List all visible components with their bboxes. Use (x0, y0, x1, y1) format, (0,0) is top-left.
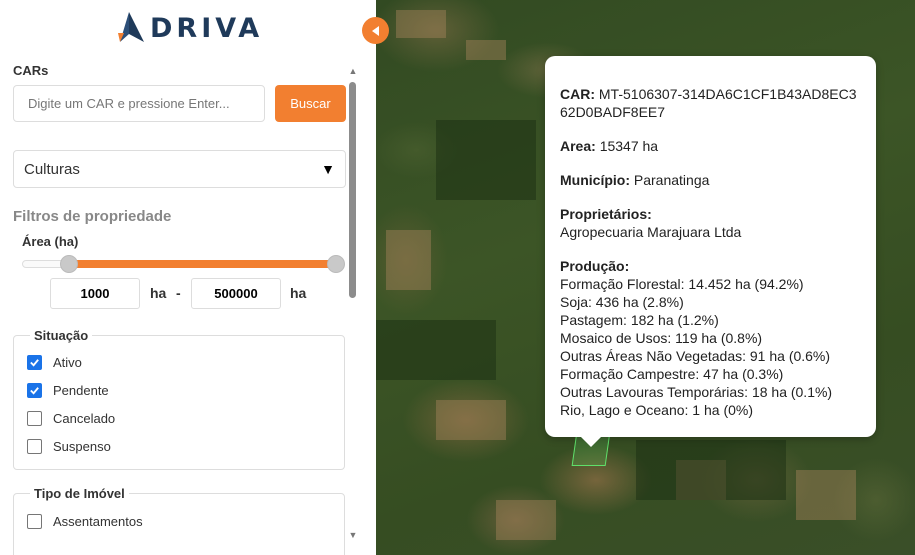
logo: DRIVA (114, 10, 264, 46)
brand-name: DRIVA (150, 12, 264, 44)
municipio-label: Município: (560, 172, 630, 188)
map-field (436, 400, 506, 440)
producao-label: Produção: (560, 258, 630, 274)
checkbox-suspenso[interactable]: Suspenso (27, 439, 111, 454)
sidebar: DRIVA CARs Buscar Culturas ▼ Filtros de … (0, 0, 376, 555)
checkbox-label: Cancelado (53, 411, 116, 426)
filters-title: Filtros de propriedade (13, 208, 172, 225)
area-label: Area: (560, 138, 596, 154)
area-min-input[interactable] (50, 278, 140, 309)
slider-max-handle[interactable] (327, 255, 345, 273)
checkbox-checked[interactable] (27, 355, 42, 370)
range-separator: - (176, 285, 181, 301)
car-info-popup: CAR: MT-5106307-314DA6C1CF1B43AD8EC362D0… (545, 56, 876, 447)
unit-label: ha (290, 285, 307, 301)
checkbox-ativo[interactable]: Ativo (27, 355, 82, 370)
producao-item: Rio, Lago e Oceano: 1 ha (0%) (560, 402, 754, 418)
scroll-up-icon[interactable]: ▲ (348, 66, 358, 76)
popup-proprietarios-row: Proprietários: Agropecuaria Marajuara Lt… (560, 205, 861, 241)
map-field (396, 10, 446, 38)
unit-label: ha (150, 285, 167, 301)
producao-item: Pastagem: 182 ha (1.2%) (560, 312, 719, 328)
popup-municipio-row: Município: Paranatinga (560, 171, 861, 189)
area-range-slider[interactable] (22, 255, 345, 273)
map-field (796, 470, 856, 520)
checkbox-label: Suspenso (53, 439, 111, 454)
proprietarios-value: Agropecuaria Marajuara Ltda (560, 224, 742, 240)
tipo-imovel-title: Tipo de Imóvel (34, 486, 125, 501)
map-forest (436, 120, 536, 200)
producao-item: Formação Florestal: 14.452 ha (94.2%) (560, 276, 804, 292)
arrow-left-icon (371, 25, 379, 36)
search-button[interactable]: Buscar (275, 85, 346, 122)
checkbox-checked[interactable] (27, 383, 42, 398)
proprietarios-label: Proprietários: (560, 206, 652, 222)
checkbox-cancelado[interactable]: Cancelado (27, 411, 115, 426)
dropdown-arrow-icon: ▼ (321, 161, 335, 177)
scrollbar-thumb[interactable] (349, 82, 356, 298)
municipio-value: Paranatinga (633, 172, 710, 188)
collapse-sidebar-button[interactable] (362, 17, 389, 44)
producao-item: Mosaico de Usos: 119 ha (0.8%) (560, 330, 763, 346)
producao-item: Formação Campestre: 47 ha (0.3%) (560, 366, 784, 382)
scroll-down-icon[interactable]: ▼ (348, 530, 358, 540)
cars-title: CARs (13, 63, 49, 78)
area-value: 15347 ha (599, 138, 659, 154)
car-label: CAR: (560, 86, 595, 102)
checkbox-unchecked[interactable] (27, 411, 42, 426)
car-search-input[interactable] (13, 85, 265, 122)
producao-item: Soja: 436 ha (2.8%) (560, 294, 684, 310)
slider-range (69, 260, 336, 268)
paper-plane-icon (118, 12, 144, 42)
sidebar-scrollbar[interactable]: ▲ ▼ (347, 64, 359, 542)
map-field (466, 40, 506, 60)
slider-min-handle[interactable] (60, 255, 78, 273)
area-label: Área (ha) (22, 234, 79, 249)
checkbox-unchecked[interactable] (27, 439, 42, 454)
checkmark-icon (30, 359, 39, 367)
producao-item: Outras Áreas Não Vegetadas: 91 ha (0.6%) (560, 348, 831, 364)
map-field (496, 500, 556, 540)
checkbox-label: Assentamentos (53, 514, 143, 529)
popup-car-row: CAR: MT-5106307-314DA6C1CF1B43AD8EC362D0… (560, 85, 861, 121)
checkbox-assentamentos[interactable]: Assentamentos (27, 514, 143, 529)
producao-item: Outras Lavouras Temporárias: 18 ha (0.1%… (560, 384, 833, 400)
situacao-title: Situação (34, 328, 89, 343)
checkmark-icon (30, 387, 39, 395)
car-value: MT-5106307-314DA6C1CF1B43AD8EC362D0BADF8… (560, 86, 857, 120)
map-forest (376, 320, 496, 380)
culturas-dropdown[interactable]: Culturas ▼ (13, 150, 346, 188)
map-forest (636, 440, 786, 500)
checkbox-pendente[interactable]: Pendente (27, 383, 109, 398)
area-max-input[interactable] (191, 278, 281, 309)
map-field (386, 230, 431, 290)
checkbox-label: Pendente (53, 383, 109, 398)
checkbox-label: Ativo (53, 355, 82, 370)
popup-area-row: Area: 15347 ha (560, 137, 861, 155)
checkbox-unchecked[interactable] (27, 514, 42, 529)
popup-producao-row: Produção: Formação Florestal: 14.452 ha … (560, 257, 861, 419)
culturas-label: Culturas (24, 160, 80, 178)
